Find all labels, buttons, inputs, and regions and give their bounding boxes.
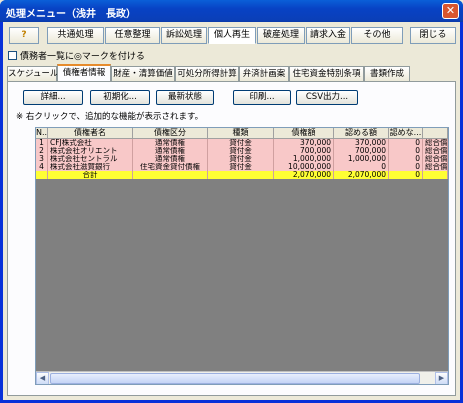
tab-disposable-income[interactable]: 可処分所得計算	[175, 66, 239, 81]
tab-schedule[interactable]: スケジュール	[7, 66, 58, 81]
client-area: ? 共通処理 任意整理 訴訟処理 個人再生 破産処理 請求入金 その他 閉じる …	[3, 22, 460, 400]
scroll-right-icon[interactable]: ▶	[435, 372, 448, 384]
row-kind: 貸付金	[208, 163, 274, 171]
menu-voluntary[interactable]: 任意整理	[105, 27, 160, 44]
menu-other[interactable]: その他	[351, 27, 403, 44]
col-creditor-name[interactable]: 債権者名	[48, 128, 133, 139]
menu-common[interactable]: 共通処理	[47, 27, 104, 44]
menu-bankruptcy[interactable]: 破産処理	[257, 27, 305, 44]
total-label: 合計	[48, 171, 133, 179]
tab-assets[interactable]: 財産・清算価値	[111, 66, 175, 81]
mark-checkbox-row[interactable]: 債務者一覧に◎マークを付ける	[8, 49, 145, 62]
row-extra: 総合償	[425, 155, 448, 163]
help-icon[interactable]: ?	[9, 27, 39, 44]
creditors-panel: 詳細... 初期化... 最新状態 印刷... CSV出力... ※ 右クリック…	[7, 81, 456, 396]
row-admitted: 0	[334, 163, 389, 171]
col-no[interactable]: N..	[36, 128, 48, 139]
row-not-admitted: 0	[389, 155, 423, 163]
tab-housing-clause[interactable]: 住宅資金特別条項	[289, 66, 364, 81]
col-not-admitted[interactable]: 認めな...	[389, 128, 423, 139]
row-amount: 370,000	[274, 139, 334, 147]
menu-rehabilitation[interactable]: 個人再生	[208, 27, 256, 44]
csv-export-button[interactable]: CSV出力...	[296, 90, 358, 105]
row-admitted: 370,000	[334, 139, 389, 147]
row-admitted: 1,000,000	[334, 155, 389, 163]
row-amount: 1,000,000	[274, 155, 334, 163]
row-not-admitted: 0	[389, 139, 423, 147]
col-admitted[interactable]: 認める額	[334, 128, 389, 139]
row-kind: 貸付金	[208, 147, 274, 155]
menu-lawsuit[interactable]: 訴訟処理	[161, 27, 207, 44]
row-category: 通常債権	[133, 155, 208, 163]
creditors-table[interactable]: N.. 債権者名 債権区分 種類 債権額 認める額 認めな... 1 CFJ株式…	[35, 127, 449, 385]
row-name: CFJ株式会社	[48, 139, 133, 147]
row-name: 株式会社滋賀銀行	[48, 163, 133, 171]
total-category	[133, 171, 208, 179]
row-name: 株式会社オリエント	[48, 147, 133, 155]
total-kind	[208, 171, 274, 179]
row-name: 株式会社セントラル	[48, 155, 133, 163]
row-no: 3	[36, 155, 48, 163]
print-button[interactable]: 印刷...	[233, 90, 291, 105]
col-kind[interactable]: 種類	[208, 128, 274, 139]
table-row[interactable]: 4 株式会社滋賀銀行 住宅資金貸付債権 貸付金 10,000,000 0 0 総…	[36, 163, 448, 171]
table-row[interactable]: 2 株式会社オリエント 通常債権 貸付金 700,000 700,000 0 総…	[36, 147, 448, 155]
tab-repayment-plan[interactable]: 弁済計画案	[239, 66, 289, 81]
row-extra: 総合償	[425, 147, 448, 155]
refresh-button[interactable]: 最新状態	[156, 90, 214, 105]
row-category: 通常債権	[133, 147, 208, 155]
col-category[interactable]: 債権区分	[133, 128, 208, 139]
scroll-thumb[interactable]	[50, 373, 420, 384]
detail-button[interactable]: 詳細...	[23, 90, 83, 105]
scroll-left-icon[interactable]: ◀	[36, 372, 49, 384]
horizontal-scrollbar[interactable]: ◀ ▶	[36, 371, 448, 384]
row-admitted: 700,000	[334, 147, 389, 155]
init-button[interactable]: 初期化...	[90, 90, 150, 105]
table-row[interactable]: 3 株式会社セントラル 通常債権 貸付金 1,000,000 1,000,000…	[36, 155, 448, 163]
row-extra: 総合償	[425, 163, 448, 171]
row-extra: 総合償	[425, 139, 448, 147]
hint-text: ※ 右クリックで、追加的な機能が表示されます。	[16, 112, 204, 122]
title-bar[interactable]: 処理メニュー（浅井 長政） ✕	[0, 0, 463, 22]
row-category: 通常債権	[133, 139, 208, 147]
total-amount: 2,070,000	[274, 171, 334, 179]
close-button[interactable]: 閉じる	[410, 27, 456, 44]
mark-checkbox[interactable]	[8, 51, 17, 60]
total-row[interactable]: 合計 2,070,000 2,070,000 0	[36, 171, 448, 179]
row-amount: 10,000,000	[274, 163, 334, 171]
total-extra	[423, 171, 448, 179]
window-close-button[interactable]: ✕	[442, 3, 459, 19]
total-not-admitted: 0	[389, 171, 423, 179]
col-extra[interactable]	[423, 128, 448, 139]
app-window: 処理メニュー（浅井 長政） ✕ ? 共通処理 任意整理 訴訟処理 個人再生 破産…	[0, 0, 463, 403]
row-no: 4	[36, 163, 48, 171]
row-category: 住宅資金貸付債権	[133, 163, 208, 171]
table-row[interactable]: 1 CFJ株式会社 通常債権 貸付金 370,000 370,000 0 総合償	[36, 139, 448, 147]
total-no	[36, 171, 48, 179]
tab-documents[interactable]: 書類作成	[364, 66, 410, 81]
row-not-admitted: 0	[389, 163, 423, 171]
row-kind: 貸付金	[208, 155, 274, 163]
row-not-admitted: 0	[389, 147, 423, 155]
row-kind: 貸付金	[208, 139, 274, 147]
row-no: 2	[36, 147, 48, 155]
mark-checkbox-label: 債務者一覧に◎マークを付ける	[20, 52, 145, 62]
col-amount[interactable]: 債権額	[274, 128, 334, 139]
total-admitted: 2,070,000	[334, 171, 389, 179]
row-amount: 700,000	[274, 147, 334, 155]
window-title: 処理メニュー（浅井 長政）	[6, 9, 136, 20]
menu-billing[interactable]: 請求入金	[306, 27, 350, 44]
row-no: 1	[36, 139, 48, 147]
tab-creditors[interactable]: 債権者情報	[57, 64, 111, 81]
